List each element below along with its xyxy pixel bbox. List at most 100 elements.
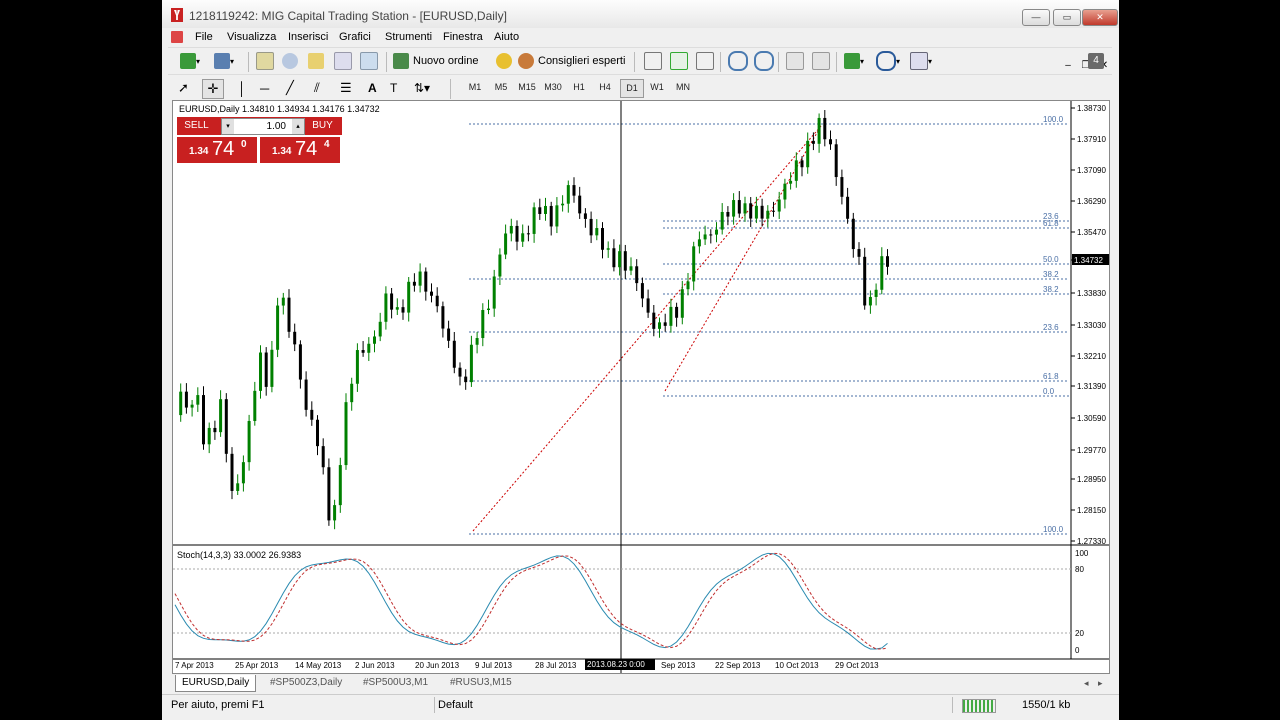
tf-m5[interactable]: M5 <box>490 79 512 96</box>
tf-d1[interactable]: D1 <box>620 79 644 98</box>
templates-button[interactable]: ▾ <box>910 52 932 70</box>
indicators-button[interactable]: ▾ <box>844 52 864 70</box>
status-profile: Default <box>438 699 473 711</box>
tab-sp500u3-m1[interactable]: #SP500U3,M1 <box>357 675 434 691</box>
candle-body <box>829 139 832 145</box>
bar-chart-button[interactable] <box>644 52 662 70</box>
notifications-button[interactable]: 4 <box>1088 52 1104 70</box>
candle-body <box>264 352 268 387</box>
menu-file[interactable]: File <box>195 31 213 43</box>
candle-body <box>629 266 633 271</box>
terminal-button[interactable] <box>334 52 352 70</box>
candle-body <box>623 251 627 271</box>
tf-m30[interactable]: M30 <box>540 79 566 96</box>
data-window-button[interactable] <box>308 52 324 70</box>
chart-tabs: EURUSD,Daily #SP500Z3,Daily #SP500U3,M1 … <box>172 674 1108 692</box>
expert-advisors-icon <box>518 53 534 69</box>
candle-body <box>834 144 838 178</box>
menu-tools[interactable]: Strumenti <box>385 31 432 43</box>
trendline-button[interactable]: ╱ <box>286 79 294 97</box>
tester-button[interactable] <box>360 52 378 70</box>
text-label-icon: T <box>390 81 398 95</box>
profiles-button[interactable]: ▾ <box>214 52 234 70</box>
new-order-label: Nuovo ordine <box>413 55 479 67</box>
market-watch-button[interactable] <box>256 52 274 70</box>
price-chart[interactable]: EURUSD,Daily 1.34810 1.34934 1.34176 1.3… <box>173 101 1109 673</box>
fibonacci-button[interactable]: ☰ <box>340 79 352 97</box>
tab-eurusd-daily[interactable]: EURUSD,Daily <box>175 675 257 692</box>
fibonacci-level-label: 100.0 <box>1043 525 1064 534</box>
line-chart-button[interactable] <box>696 52 714 70</box>
metaeditor-button[interactable] <box>496 52 512 70</box>
candle-body <box>458 367 462 377</box>
chart-shift-button[interactable] <box>812 52 830 70</box>
candle-body <box>230 453 234 491</box>
stochastic-axis-label: 0 <box>1075 646 1080 655</box>
periods-button[interactable]: ▾ <box>876 51 900 71</box>
horizontal-line-button[interactable]: ─ <box>260 79 269 97</box>
maximize-button[interactable]: ▭ <box>1053 9 1081 26</box>
vertical-line-button[interactable]: │ <box>238 79 246 97</box>
minimize-button[interactable]: — <box>1022 9 1050 26</box>
bid-price-button[interactable]: 1.34 74 0 <box>177 137 257 163</box>
candle-body <box>601 228 604 250</box>
menu-window[interactable]: Finestra <box>443 31 483 43</box>
menu-view[interactable]: Visualizza <box>227 31 276 43</box>
price-axis-label: 1.33030 <box>1077 321 1106 330</box>
candle-body <box>361 350 365 353</box>
current-price-label: 1.34732 <box>1074 256 1103 265</box>
zoom-out-button[interactable] <box>754 51 774 71</box>
text-label-button[interactable]: T <box>390 79 397 97</box>
menu-charts[interactable]: Grafici <box>339 31 371 43</box>
new-order-button[interactable]: Nuovo ordine <box>393 52 478 70</box>
navigator-button[interactable] <box>282 52 298 70</box>
expert-advisors-button[interactable]: Consiglieri esperti <box>518 52 625 70</box>
candle-body <box>595 228 599 236</box>
tabs-scroll-right[interactable]: ▸ <box>1092 675 1109 691</box>
tf-mn[interactable]: MN <box>672 79 694 96</box>
crosshair-button[interactable]: ✛ <box>202 79 224 99</box>
channel-button[interactable]: ⫽ <box>314 79 320 97</box>
autoscroll-button[interactable] <box>786 52 804 70</box>
arrows-button[interactable]: ⇅▾ <box>414 79 430 97</box>
candle-body <box>851 218 855 250</box>
tf-m15[interactable]: M15 <box>514 79 540 96</box>
candle-body <box>726 211 730 217</box>
zoom-in-button[interactable] <box>728 51 748 71</box>
close-button[interactable]: ✕ <box>1082 9 1118 26</box>
candle-body <box>247 420 251 463</box>
chart-window[interactable]: EURUSD,Daily 1.34810 1.34934 1.34176 1.3… <box>172 100 1110 674</box>
tf-w1[interactable]: W1 <box>646 79 668 96</box>
tf-m1[interactable]: M1 <box>464 79 486 96</box>
cursor-button[interactable]: ➚ <box>178 79 189 97</box>
candle-body <box>241 462 245 484</box>
text-button[interactable]: A <box>368 79 377 97</box>
candle-body <box>321 446 325 468</box>
tf-h1[interactable]: H1 <box>568 79 590 96</box>
tab-sp500z3-daily[interactable]: #SP500Z3,Daily <box>264 675 348 691</box>
candlestick-button[interactable] <box>670 52 688 70</box>
date-axis-label: 25 Apr 2013 <box>235 661 279 670</box>
lot-decrease-button[interactable]: ▾ <box>222 119 234 134</box>
price-axis-label: 1.31390 <box>1077 382 1106 391</box>
title-bar: 1218119242: MIG Capital Trading Station … <box>162 0 1119 29</box>
notifications-icon: 4 <box>1088 53 1104 69</box>
tf-h4[interactable]: H4 <box>594 79 616 96</box>
chart-window-icon[interactable] <box>171 31 183 43</box>
candle-body <box>589 218 593 236</box>
candle-body <box>515 225 519 242</box>
tab-rusu3-m15[interactable]: #RUSU3,M15 <box>444 675 518 691</box>
ask-price-button[interactable]: 1.34 74 4 <box>260 137 340 163</box>
trendline-icon: ╱ <box>286 80 294 95</box>
sell-button[interactable]: SELL <box>179 119 214 133</box>
buy-button[interactable]: BUY <box>305 119 340 133</box>
candle-body <box>669 306 673 326</box>
menu-insert[interactable]: Inserisci <box>288 31 328 43</box>
metaeditor-icon <box>496 53 512 69</box>
candle-body <box>526 233 530 235</box>
new-chart-button[interactable]: ▾ <box>180 52 200 70</box>
line-chart-icon <box>696 52 714 70</box>
lot-increase-button[interactable]: ▴ <box>292 119 304 134</box>
menu-help[interactable]: Aiuto <box>494 31 519 43</box>
lot-size-field[interactable]: ▾ 1.00 ▴ <box>221 118 305 135</box>
